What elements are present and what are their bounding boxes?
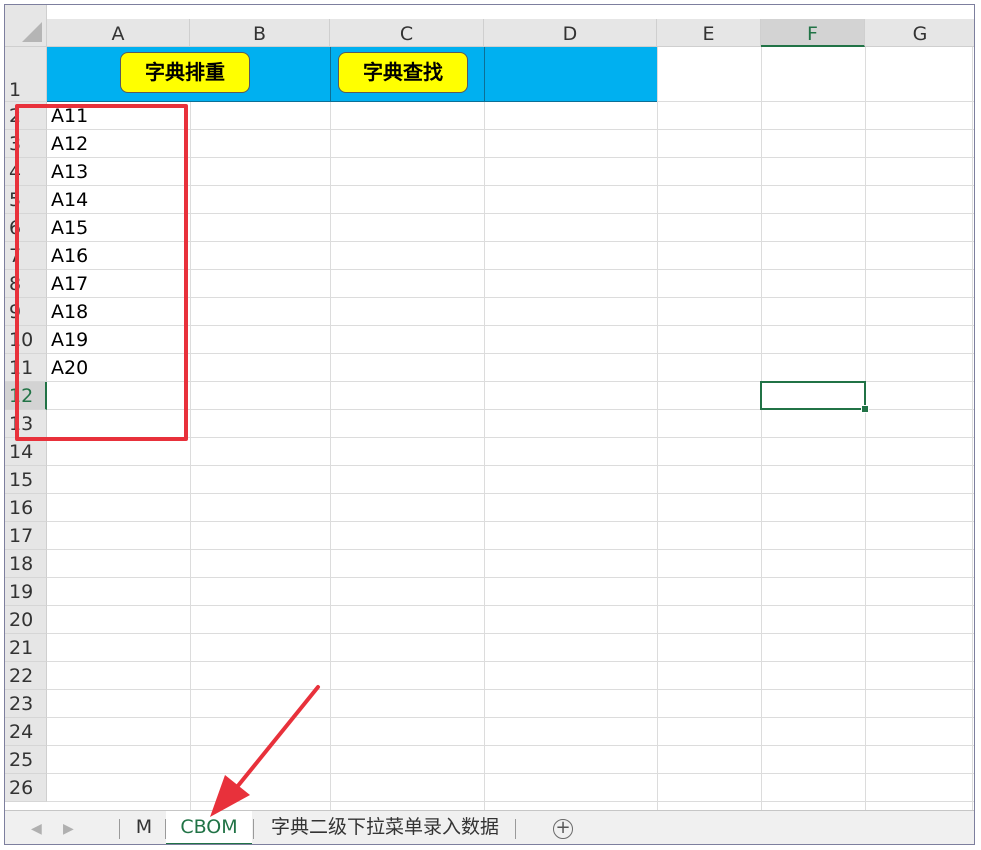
annotation-arrow [210, 685, 320, 817]
spreadsheet-window: A B C D E F G 字典排重 字典查找 1 2 3 4 5 6 7 8 … [4, 4, 975, 845]
annotation-arrow-shaft [235, 685, 320, 789]
